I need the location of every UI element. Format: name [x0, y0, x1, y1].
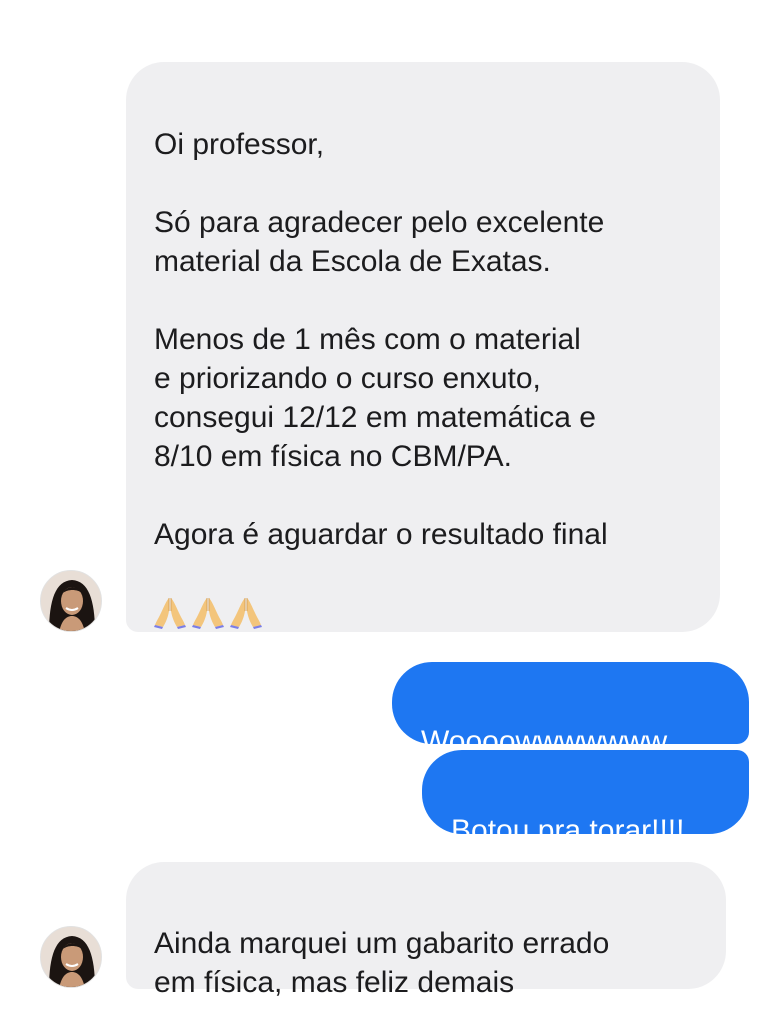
contact-avatar[interactable]: [40, 926, 102, 988]
message-text: Ainda marquei um gabarito errado em físi…: [154, 927, 610, 999]
message-thread: Oi professor, Só para agradecer pelo exc…: [0, 0, 768, 1024]
folded-hands-icon: [192, 598, 224, 629]
outgoing-message-bubble[interactable]: Botou pra torar!!!!: [422, 750, 749, 847]
emoji-reaction-row: [154, 556, 698, 629]
incoming-message-bubble[interactable]: Ainda marquei um gabarito errado em físi…: [126, 862, 726, 999]
incoming-message-bubble[interactable]: Oi professor, Só para agradecer pelo exc…: [126, 62, 720, 632]
contact-photo: [41, 571, 101, 631]
folded-hands-icon: [154, 598, 186, 629]
folded-hands-icon: [230, 598, 262, 629]
contact-photo: [41, 927, 101, 987]
outgoing-message-bubble[interactable]: Woooowwwwwww: [392, 662, 749, 758]
message-text: Oi professor, Só para agradecer pelo exc…: [154, 128, 608, 551]
message-text: Botou pra torar!!!!: [451, 814, 685, 847]
contact-avatar[interactable]: [40, 570, 102, 632]
